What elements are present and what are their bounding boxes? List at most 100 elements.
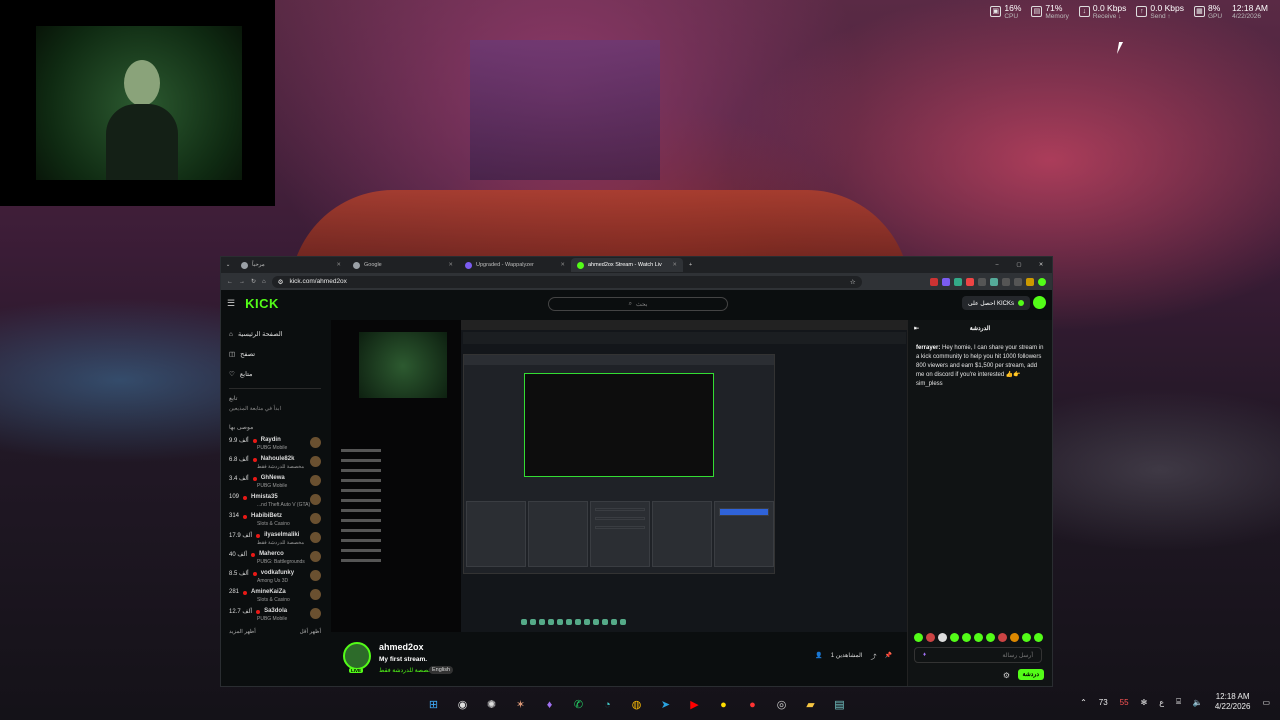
copilot-icon[interactable]: ◔: [598, 695, 617, 714]
streamer-name[interactable]: ahmed2ox: [379, 642, 424, 652]
tray-overflow-icon[interactable]: ⌃: [1080, 698, 1087, 707]
extension-icon[interactable]: [1002, 277, 1010, 286]
pin-icon[interactable]: 📌: [885, 652, 892, 661]
tab-2[interactable]: Upgraded - Wappalyzer ✕: [459, 258, 571, 272]
maximize-button[interactable]: ▢: [1008, 262, 1030, 268]
back-icon[interactable]: ←: [227, 279, 233, 285]
profile-icon[interactable]: [1038, 277, 1046, 286]
tab-close-icon[interactable]: ✕: [560, 262, 565, 268]
share-icon[interactable]: ⤴: [871, 652, 877, 661]
tab-search-icon[interactable]: ⌄: [221, 262, 235, 268]
chatgpt-icon[interactable]: ✺: [482, 695, 501, 714]
emote-icon[interactable]: [986, 633, 995, 642]
extension-icon[interactable]: [1026, 277, 1034, 286]
volume-icon[interactable]: 🔈: [1193, 698, 1203, 707]
notepad-icon[interactable]: ▤: [830, 695, 849, 714]
extension-icon[interactable]: [1014, 277, 1022, 286]
minimize-button[interactable]: –: [986, 262, 1008, 268]
emote-icon[interactable]: [974, 633, 983, 642]
user-avatar[interactable]: [1033, 296, 1046, 309]
tab-1[interactable]: Google ✕: [347, 258, 459, 272]
emote-icon[interactable]: [998, 633, 1007, 642]
search-input[interactable]: ⌕ بحث: [548, 297, 728, 311]
feather-icon[interactable]: ♦: [540, 695, 559, 714]
chrome-icon[interactable]: ◍: [627, 695, 646, 714]
nav-following[interactable]: ♡ متابع: [229, 364, 321, 384]
streamer-avatar[interactable]: [343, 642, 371, 670]
folder-icon[interactable]: ▰: [801, 695, 820, 714]
tab-close-icon[interactable]: ✕: [336, 262, 341, 268]
video-player[interactable]: [331, 320, 909, 632]
bookmark-star-icon[interactable]: ☆: [850, 278, 856, 286]
show-less-button[interactable]: أظهر أقل: [300, 629, 321, 635]
record-icon[interactable]: ●: [743, 695, 762, 714]
emote-icon[interactable]: [962, 633, 971, 642]
emote-icon[interactable]: [926, 633, 935, 642]
mini-channel-row: [341, 518, 411, 528]
extension-icon[interactable]: [990, 277, 998, 286]
settings-tray-icon[interactable]: ✻: [1141, 698, 1148, 707]
claude-icon[interactable]: ✶: [511, 695, 530, 714]
sidebar-channel[interactable]: 40 ألف Maherco PUBG: Battlegrounds: [229, 551, 321, 570]
emote-icon[interactable]: [1022, 633, 1031, 642]
tab-close-icon[interactable]: ✕: [672, 262, 677, 268]
extension-icon[interactable]: [978, 277, 986, 286]
kicks-coin-icon: [1018, 300, 1024, 306]
notification-icon[interactable]: ●: [714, 695, 733, 714]
sidebar-channel[interactable]: 281 AmineKaiZa Slots & Casino: [229, 589, 321, 608]
mouse-cursor: [1116, 42, 1124, 54]
telegram-icon[interactable]: ➤: [656, 695, 675, 714]
chat-username[interactable]: ferrayer:: [916, 345, 940, 351]
sidebar-channel[interactable]: 12.7 ألف Sa3dola PUBG Mobile: [229, 608, 321, 627]
obs-icon[interactable]: ◉: [453, 695, 472, 714]
language-indicator[interactable]: ع: [1159, 698, 1164, 707]
youtube-icon[interactable]: ▶: [685, 695, 704, 714]
tab-3[interactable]: ahmed2ox Stream - Watch Liv ✕: [571, 258, 683, 272]
menu-icon[interactable]: ☰: [227, 298, 235, 309]
emote-icon[interactable]: [938, 633, 947, 642]
sidebar-channel[interactable]: 17.9 ألف ilyaselmaliki مخصصة للدردشة فقط: [229, 532, 321, 551]
get-kicks-button[interactable]: احصل على KICKs: [961, 296, 1030, 310]
extension-icon[interactable]: [954, 277, 962, 286]
chat-send-button[interactable]: دردشة: [1017, 669, 1044, 680]
emoji-picker-icon[interactable]: ♦: [923, 652, 926, 658]
home-icon[interactable]: ⌂: [262, 279, 266, 285]
sidebar-channel[interactable]: 3.4 ألف GhNewa PUBG Mobile: [229, 475, 321, 494]
reload-icon[interactable]: ↻: [251, 278, 256, 285]
browser-icon[interactable]: ◎: [772, 695, 791, 714]
new-tab-button[interactable]: +: [683, 262, 698, 268]
site-info-icon[interactable]: ⚙: [278, 278, 284, 286]
network-icon[interactable]: ⌸: [1176, 697, 1181, 707]
taskbar-clock[interactable]: 12:18 AM 4/22/2026: [1215, 692, 1251, 712]
nav-home[interactable]: ⌂ الصفحة الرئيسية: [229, 324, 321, 344]
nav-browse[interactable]: ◫ تصفح: [229, 344, 321, 364]
gpu-monitor: ▦ 8% GPU: [1193, 4, 1222, 21]
emote-icon[interactable]: [950, 633, 959, 642]
chat-input[interactable]: ♦ أرسل رسالة: [914, 647, 1042, 663]
show-more-button[interactable]: أظهر المزيد: [229, 629, 256, 635]
collapse-chat-icon[interactable]: ⇤: [914, 320, 919, 338]
notifications-icon[interactable]: ▭: [1262, 698, 1270, 707]
stream-language-tag[interactable]: English: [429, 666, 454, 674]
emote-icon[interactable]: [914, 633, 923, 642]
stream-category[interactable]: مخصصة للدردشة فقط: [379, 667, 435, 674]
sidebar-channel[interactable]: 6.8 ألف Nahoule82k مخصصة للدردشة فقط: [229, 456, 321, 475]
emote-icon[interactable]: [1010, 633, 1019, 642]
chat-settings-icon[interactable]: ⚙: [1003, 671, 1010, 680]
tab-close-icon[interactable]: ✕: [448, 262, 453, 268]
sidebar-channel[interactable]: 109 Hmista35 ...nd Theft Auto V (GTA): [229, 494, 321, 513]
emote-icon[interactable]: [1034, 633, 1043, 642]
kick-logo[interactable]: KICK: [245, 296, 279, 311]
url-field[interactable]: ⚙ kick.com/ahmed2ox ☆: [271, 275, 862, 288]
whatsapp-icon[interactable]: ✆: [569, 695, 588, 714]
windows-start-icon[interactable]: ⊞: [424, 695, 443, 714]
forward-icon[interactable]: →: [239, 279, 245, 285]
tab-0[interactable]: مرحباً ✕: [235, 258, 347, 272]
extension-icon[interactable]: [930, 277, 938, 286]
extension-icon[interactable]: [942, 277, 950, 286]
extension-icon[interactable]: [966, 277, 974, 286]
sidebar-channel[interactable]: 9.9 ألف Raydin PUBG Mobile: [229, 437, 321, 456]
sidebar-channel[interactable]: 8.5 ألف vodkafunky Among Us 3D: [229, 570, 321, 589]
sidebar-channel[interactable]: 314 HabibiBetz Slots & Casino: [229, 513, 321, 532]
close-window-button[interactable]: ✕: [1030, 262, 1052, 268]
